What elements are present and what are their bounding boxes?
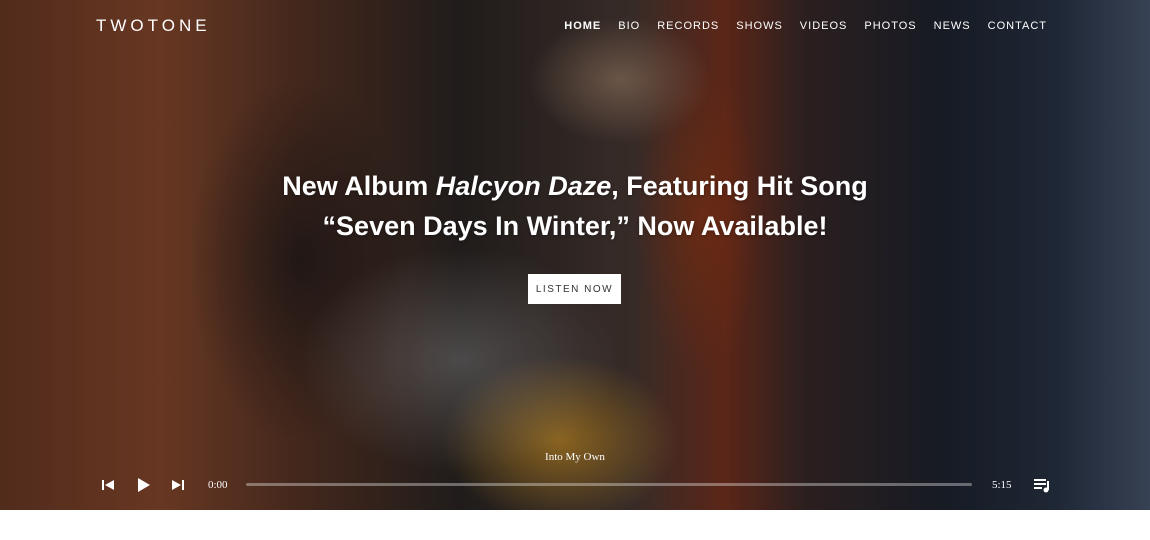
playlist-icon[interactable] — [1033, 476, 1051, 494]
nav-item-shows[interactable]: SHOWS — [736, 20, 783, 32]
main-nav: HOME BIO RECORDS SHOWS VIDEOS PHOTOS NEW… — [564, 20, 1047, 32]
current-time: 0:00 — [208, 479, 228, 491]
audio-player: 0:00 5:15 — [0, 470, 1150, 500]
skip-next-icon[interactable] — [169, 476, 187, 494]
page-content-area — [0, 510, 1150, 540]
nav-item-news[interactable]: NEWS — [934, 20, 971, 32]
nav-item-bio[interactable]: BIO — [618, 20, 640, 32]
nav-item-videos[interactable]: VIDEOS — [800, 20, 848, 32]
album-title: Halcyon Daze — [435, 171, 612, 201]
hero-headline: New Album Halcyon Daze, Featuring Hit So… — [0, 166, 1150, 246]
headline-line-2: “Seven Days In Winter,” Now Available! — [322, 211, 828, 241]
headline-suffix: , Featuring Hit Song — [611, 171, 868, 201]
play-icon[interactable] — [134, 476, 152, 494]
nav-item-records[interactable]: RECORDS — [657, 20, 719, 32]
track-title: Into My Own — [545, 451, 605, 463]
skip-previous-icon[interactable] — [99, 476, 117, 494]
nav-item-contact[interactable]: CONTACT — [988, 20, 1047, 32]
hero-overlay — [0, 0, 1150, 510]
nav-item-photos[interactable]: PHOTOS — [864, 20, 916, 32]
listen-now-button[interactable]: LISTEN NOW — [528, 274, 621, 304]
duration: 5:15 — [992, 479, 1012, 491]
progress-bar[interactable] — [246, 483, 972, 486]
hero-background: TWOTONE HOME BIO RECORDS SHOWS VIDEOS PH… — [0, 0, 1150, 510]
nav-item-home[interactable]: HOME — [564, 20, 601, 32]
headline-prefix: New Album — [282, 171, 436, 201]
site-logo[interactable]: TWOTONE — [96, 16, 211, 36]
